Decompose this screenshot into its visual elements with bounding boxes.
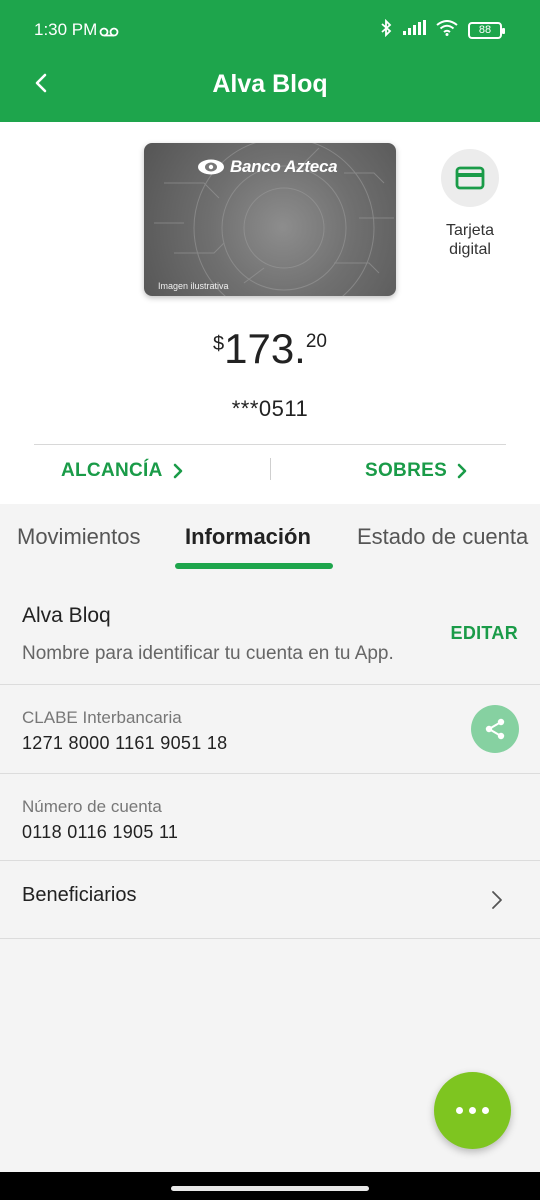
share-icon: [485, 718, 505, 740]
clabe-value: 1271 8000 1161 9051 18: [22, 733, 228, 753]
sobres-link[interactable]: SOBRES: [365, 460, 467, 482]
account-mask: ***0511: [231, 396, 309, 421]
account-name-description: Nombre para identificar tu cuenta en tu …: [22, 643, 394, 664]
tab-movimientos[interactable]: Movimientos: [17, 524, 140, 550]
account-balance: $173.20: [0, 325, 540, 373]
signal-icon: [402, 20, 426, 41]
beneficiarios-label: Beneficiarios: [22, 884, 137, 906]
clabe-row: CLABE Interbancaria 1271 8000 1161 9051 …: [0, 685, 540, 774]
edit-button[interactable]: EDITAR: [451, 623, 518, 644]
more-dots-icon: [456, 1107, 463, 1114]
account-summary: Banco Azteca Imagen ilustrativa Tarjeta …: [0, 122, 540, 504]
beneficiarios-row[interactable]: Beneficiarios: [0, 861, 540, 939]
voicemail-icon: [99, 24, 119, 42]
account-number-row: Número de cuenta 0118 0116 1905 11: [0, 774, 540, 861]
more-options-button[interactable]: [434, 1072, 511, 1149]
status-time: 1:30 PM: [34, 20, 98, 39]
chevron-right-icon: [173, 463, 182, 479]
account-number-label: Número de cuenta: [22, 797, 162, 816]
status-bar: 1:30 PM 88: [0, 0, 540, 46]
home-indicator[interactable]: [171, 1186, 369, 1191]
account-name-row: Alva Bloq Nombre para identificar tu cue…: [0, 590, 540, 685]
account-number-value: 0118 0116 1905 11: [22, 822, 179, 842]
active-tab-indicator: [175, 563, 333, 569]
account-name: Alva Bloq: [22, 604, 111, 627]
bank-logo: Banco Azteca: [196, 157, 338, 177]
balance-currency: $: [212, 333, 225, 355]
system-nav-bar: [0, 1172, 540, 1200]
digital-card-button[interactable]: [441, 149, 499, 207]
alcancia-link[interactable]: ALCANCÍA: [61, 460, 183, 482]
page-title: Alva Bloq: [212, 70, 328, 98]
chevron-right-icon: [492, 891, 502, 909]
app-bar: Alva Bloq: [0, 46, 540, 122]
credit-card-icon: [455, 166, 485, 190]
tab-estado-de-cuenta[interactable]: Estado de cuenta: [357, 524, 528, 550]
balance-cents: 20: [305, 331, 327, 352]
bank-logo-icon: [198, 159, 224, 175]
wifi-icon: [436, 20, 458, 41]
bank-card-image[interactable]: Banco Azteca Imagen ilustrativa: [144, 143, 396, 296]
tab-bar: Movimientos Información Estado de cuenta: [0, 504, 540, 570]
battery-icon: 88: [468, 22, 505, 39]
clabe-label: CLABE Interbancaria: [22, 708, 182, 727]
divider: [270, 458, 271, 480]
divider: [34, 444, 506, 445]
share-button[interactable]: [471, 705, 519, 753]
balance-integer: 173.: [224, 325, 306, 372]
digital-card-label[interactable]: Tarjeta digital: [420, 221, 520, 259]
tab-informacion[interactable]: Información: [185, 524, 311, 550]
chevron-right-icon: [457, 463, 467, 479]
card-caption: Imagen ilustrativa: [158, 281, 229, 291]
bank-name: Banco Azteca: [230, 157, 338, 176]
bluetooth-icon: [380, 18, 392, 42]
